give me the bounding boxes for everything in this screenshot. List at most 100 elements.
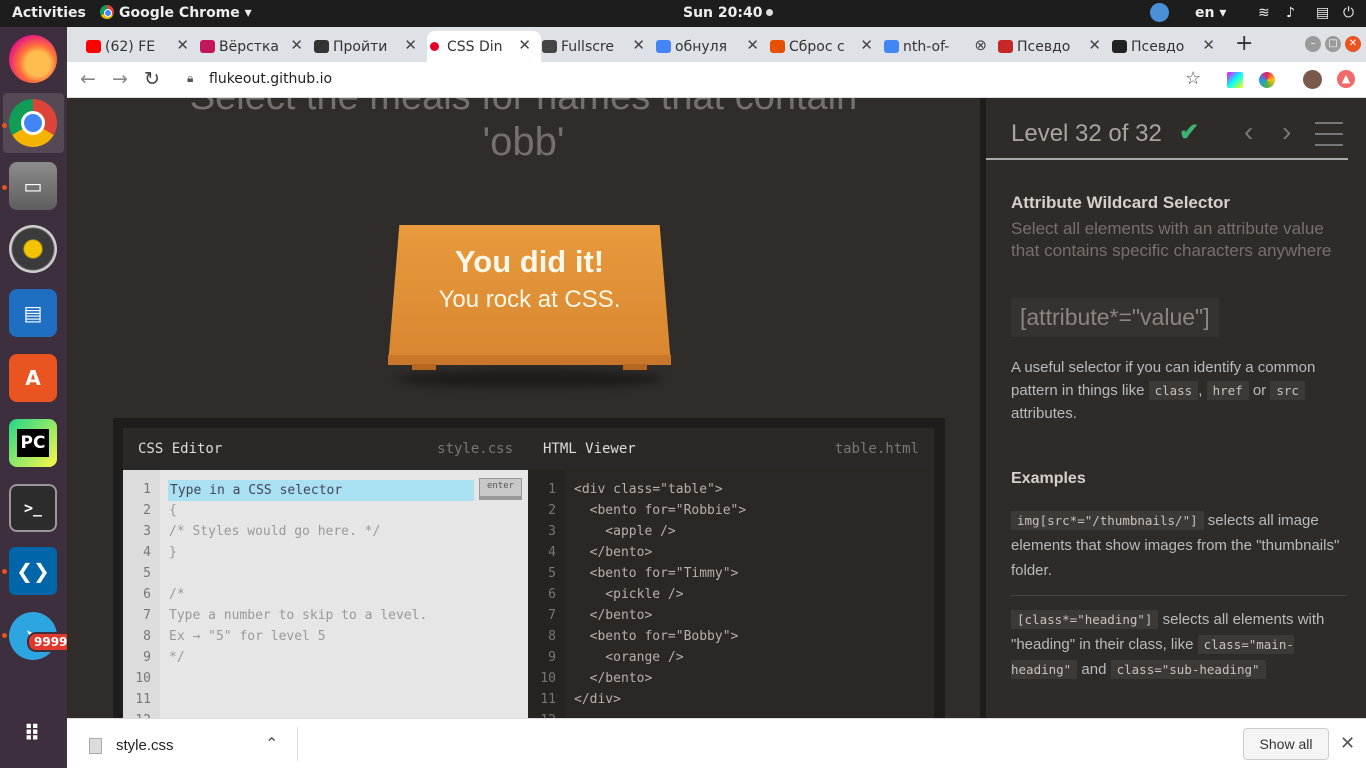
back-icon[interactable]: ←	[80, 68, 96, 90]
clipboard-icon[interactable]: ▤	[1316, 5, 1329, 21]
tab-title: Пройти	[333, 38, 388, 55]
maximize-button[interactable]: □	[1325, 36, 1341, 52]
tab-title: обнуля	[675, 38, 728, 55]
files-icon[interactable]: ▭	[9, 162, 57, 210]
close-tab-icon[interactable]: ✕	[404, 36, 417, 54]
game-area: Select the meals for names that contain …	[67, 98, 980, 718]
tab[interactable]: Fullscre ✕	[541, 31, 655, 62]
extension-icon[interactable]: ▲	[1337, 70, 1355, 88]
close-tab-icon[interactable]: ✕	[290, 36, 303, 54]
line-number: 1	[548, 482, 556, 497]
running-indicator	[2, 569, 7, 574]
close-tab-icon[interactable]: ✕	[632, 36, 645, 54]
tab-favicon-icon	[770, 40, 785, 53]
tab[interactable]: (62) FE ✕	[85, 31, 199, 62]
close-download-bar-icon[interactable]: ✕	[1340, 733, 1355, 754]
level-menu-icon[interactable]	[1315, 122, 1343, 155]
app-menu[interactable]: Google Chrome ▾	[100, 5, 252, 21]
close-window-button[interactable]: ✕	[1345, 36, 1361, 52]
tab-favicon-icon	[884, 40, 899, 53]
html-viewer-label: HTML Viewer	[543, 441, 636, 457]
tab[interactable]: Вёрстка ✕	[199, 31, 313, 62]
example-item: [class*="heading"] selects all elements …	[1011, 607, 1347, 682]
close-tab-icon[interactable]: ✕	[860, 36, 873, 54]
tab-title: Fullscre	[561, 38, 614, 55]
code-line: <bento for="Bobby">	[574, 629, 739, 644]
volume-icon[interactable]: ♪	[1286, 5, 1295, 21]
tab[interactable]: CSS Din ✕	[427, 31, 541, 62]
power-menu-icon[interactable]: ⏻	[1343, 5, 1354, 21]
completed-check-icon: ✔	[1179, 119, 1200, 146]
tab[interactable]: Псевдо ✕	[997, 31, 1111, 62]
forward-icon[interactable]: →	[112, 68, 128, 90]
css-file-name: style.css	[437, 441, 513, 457]
tab-favicon-icon	[86, 40, 101, 53]
tab[interactable]: nth-of- ⊗	[883, 31, 997, 62]
win-message-subtitle: You rock at CSS.	[438, 286, 621, 313]
tab-favicon-icon	[1112, 40, 1127, 53]
language-selector[interactable]: en ▾	[1195, 5, 1226, 21]
close-tab-icon[interactable]: ⊗	[974, 36, 987, 54]
tab[interactable]: Пройти ✕	[313, 31, 427, 62]
software-store-icon[interactable]: A	[9, 354, 57, 402]
activities-button[interactable]: Activities	[12, 5, 86, 21]
line-number: 8	[548, 629, 556, 644]
css-line-numbers: 123456789101112	[123, 470, 160, 718]
show-applications-icon[interactable]: ⠿	[9, 710, 57, 758]
tab-title: Сброс с	[789, 38, 845, 55]
app-menu-label: Google Chrome ▾	[119, 5, 252, 21]
css-selector-input[interactable]	[168, 480, 474, 501]
extension-icon[interactable]	[1227, 72, 1243, 88]
code-line: <apple />	[574, 524, 676, 539]
tab[interactable]: Сброс с ✕	[769, 31, 883, 62]
code-editor: CSS Editor style.css HTML Viewer table.h…	[113, 418, 945, 718]
show-all-button[interactable]: Show all	[1243, 728, 1329, 760]
html-viewer-header: HTML Viewer table.html	[528, 428, 934, 470]
chrome-icon[interactable]	[9, 99, 57, 147]
close-tab-icon[interactable]: ✕	[1088, 36, 1101, 54]
download-item[interactable]: style.css	[116, 737, 174, 754]
reload-icon[interactable]: ↻	[144, 68, 160, 90]
close-tab-icon[interactable]: ✕	[746, 36, 759, 54]
bookmark-star-icon[interactable]: ☆	[1185, 68, 1201, 89]
line-number: 5	[548, 566, 556, 581]
terminal-icon[interactable]: >_	[9, 484, 57, 532]
pycharm-icon[interactable]: PC	[9, 419, 57, 467]
line-number: 7	[143, 608, 151, 623]
rhythmbox-icon[interactable]	[9, 225, 57, 273]
tab[interactable]: Псевдо ✕	[1111, 31, 1225, 62]
close-tab-icon[interactable]: ✕	[518, 36, 531, 54]
line-number: 10	[135, 671, 151, 686]
previous-level-icon[interactable]: ‹	[1244, 116, 1253, 148]
wifi-icon[interactable]: ≋	[1258, 5, 1270, 21]
clock[interactable]: Sun 20:40	[683, 5, 774, 21]
close-tab-icon[interactable]: ✕	[1202, 36, 1215, 54]
tab-favicon-icon	[200, 40, 215, 53]
address-bar[interactable]: flukeout.github.io	[209, 71, 332, 87]
line-number: 9	[143, 650, 151, 665]
profile-avatar[interactable]	[1303, 70, 1322, 89]
win-message-title: You did it!	[454, 244, 605, 279]
color-picker-extension-icon[interactable]	[1259, 72, 1275, 88]
vscode-icon[interactable]: ❮❯	[9, 547, 57, 595]
lock-icon[interactable]: 🔒︎	[187, 71, 193, 86]
tab[interactable]: обнуля ✕	[655, 31, 769, 62]
next-level-icon[interactable]: ›	[1282, 116, 1291, 148]
notification-dot-icon	[766, 9, 774, 16]
firefox-icon[interactable]	[9, 35, 57, 83]
close-tab-icon[interactable]: ✕	[176, 36, 189, 54]
code-line: <bento for="Timmy">	[574, 566, 739, 581]
chevron-up-icon[interactable]: ⌃	[265, 734, 278, 753]
line-number: 11	[135, 692, 151, 707]
code-line: Type a number to skip to a level.	[169, 608, 428, 623]
new-tab-button[interactable]: +	[1235, 31, 1253, 56]
software-updater-icon[interactable]	[1150, 3, 1169, 22]
level-sidebar: Level 32 of 32 ✔ ‹ › Attribute Wildcard …	[986, 98, 1366, 718]
minimize-button[interactable]: –	[1305, 36, 1321, 52]
line-number: 6	[548, 587, 556, 602]
level-progress-bar	[986, 158, 1348, 160]
example-code: class="sub-heading"	[1110, 660, 1266, 679]
line-number: 6	[143, 587, 151, 602]
writer-icon[interactable]: ▤	[9, 289, 57, 337]
enter-button[interactable]: enter	[479, 478, 522, 500]
